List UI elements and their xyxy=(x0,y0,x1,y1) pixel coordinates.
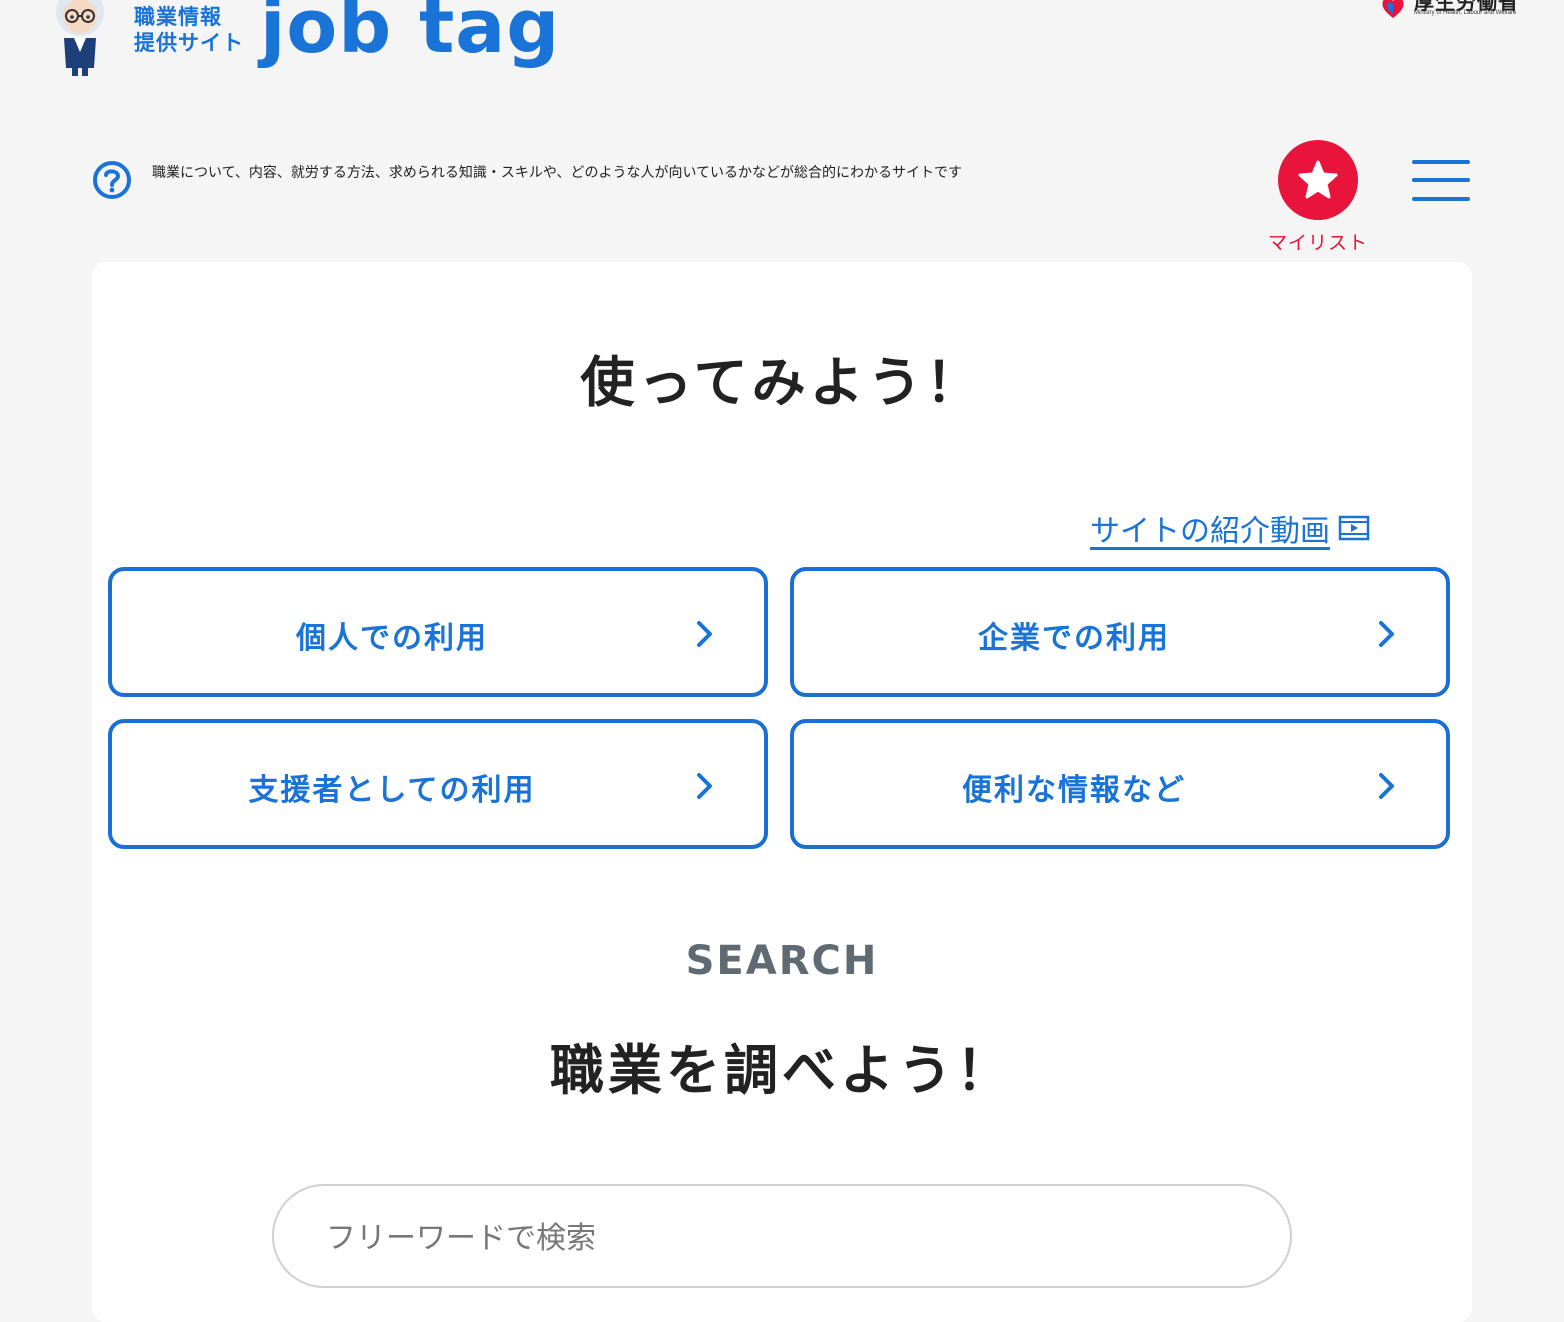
mascot-icon xyxy=(56,0,104,76)
company-use-label: 企業での利用 xyxy=(978,621,1170,656)
search-title: 職業を調べよう！ xyxy=(550,1039,1014,1102)
usage-title: 使ってみよう！ xyxy=(580,351,984,414)
logo-subtitle-line2: 提供サイト xyxy=(134,31,244,55)
ministry-name-en: Ministry of Health, Labour and Welfare xyxy=(1414,10,1517,16)
supporter-use-label: 支援者としての利用 xyxy=(248,773,536,808)
intro-video-link-label: サイトの紹介動画 xyxy=(1090,514,1330,549)
mylist-button[interactable]: マイリスト xyxy=(1266,140,1370,254)
chevron-right-icon xyxy=(1379,773,1394,799)
logo-subtitle: 職業情報 提供サイト xyxy=(134,4,244,56)
menu-bar xyxy=(1412,160,1470,164)
star-icon xyxy=(1298,160,1338,199)
useful-info-button[interactable]: 便利な情報など xyxy=(790,719,1450,849)
search-box[interactable] xyxy=(272,1184,1292,1288)
chevron-right-icon xyxy=(1379,621,1394,647)
menu-bar xyxy=(1412,178,1470,182)
search-input[interactable] xyxy=(324,1210,1228,1266)
logo-subtitle-line1: 職業情報 xyxy=(134,5,222,29)
menu-icon[interactable] xyxy=(1410,158,1470,204)
site-description: 職業について、内容、就労する方法、求められる知識・スキルや、どのような人が向いて… xyxy=(152,165,963,181)
main-card: 使ってみよう！ サイトの紹介動画 個人での利用 企業での利用 支援者としての利用… xyxy=(92,262,1472,1322)
mylist-circle xyxy=(1278,140,1358,220)
supporter-use-button[interactable]: 支援者としての利用 xyxy=(108,719,768,849)
chevron-right-icon xyxy=(697,773,712,799)
chevron-right-icon xyxy=(697,621,712,647)
individual-use-button[interactable]: 個人での利用 xyxy=(108,567,768,697)
site-header: 職業情報 提供サイト job tag 厚生労働省 Ministry of Hea… xyxy=(0,0,1564,110)
site-logo[interactable]: job tag xyxy=(260,0,560,70)
menu-bar xyxy=(1412,197,1470,201)
help-icon[interactable] xyxy=(92,160,132,200)
video-icon xyxy=(1338,515,1370,541)
ministry-logo[interactable]: 厚生労働省 Ministry of Health, Labour and Wel… xyxy=(1380,0,1520,22)
ministry-mark-icon xyxy=(1382,0,1404,18)
intro-video-link[interactable]: サイトの紹介動画 xyxy=(1090,506,1370,550)
mylist-label: マイリスト xyxy=(1267,232,1368,254)
useful-info-label: 便利な情報など xyxy=(962,773,1186,808)
company-use-button[interactable]: 企業での利用 xyxy=(790,567,1450,697)
search-eyebrow: SEARCH xyxy=(685,938,879,984)
individual-use-label: 個人での利用 xyxy=(296,621,488,656)
